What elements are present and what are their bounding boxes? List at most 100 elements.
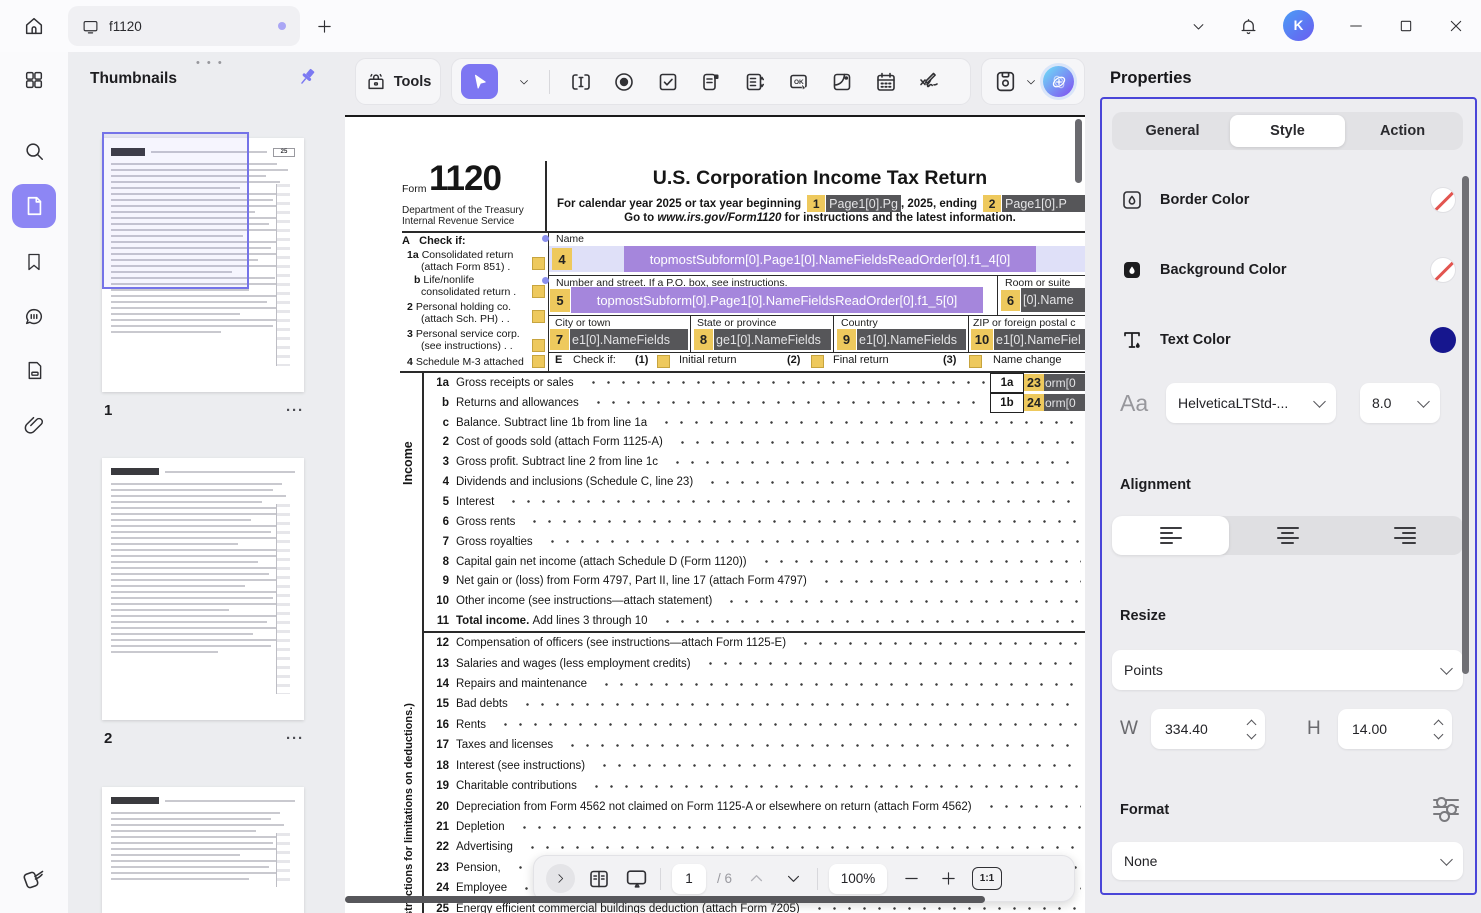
save-button[interactable] bbox=[992, 69, 1018, 95]
field-badge[interactable]: 1 bbox=[807, 195, 825, 212]
rail-item-comments[interactable] bbox=[22, 305, 46, 329]
actual-size-button[interactable]: 1:1 bbox=[972, 867, 1002, 890]
page-layout-button[interactable] bbox=[586, 866, 612, 892]
tab-action[interactable]: Action bbox=[1345, 115, 1460, 147]
zoom-out-button[interactable] bbox=[898, 866, 924, 892]
font-size-select[interactable]: 8.0 bbox=[1360, 383, 1440, 423]
checkbox-field[interactable] bbox=[532, 257, 545, 270]
nav-divider bbox=[660, 868, 661, 890]
checkbox-field[interactable] bbox=[969, 355, 982, 368]
align-left-button[interactable] bbox=[1112, 516, 1229, 555]
date-field-tool[interactable] bbox=[873, 69, 899, 95]
pdf-page[interactable]: Form 1120 Department of the Treasury Int… bbox=[345, 115, 1085, 913]
width-input[interactable]: 334.40 bbox=[1151, 709, 1265, 749]
field-badge[interactable]: 9 bbox=[837, 329, 856, 350]
signature-field-tool[interactable] bbox=[916, 69, 942, 95]
selected-form-field[interactable]: topmostSubform[0].Page1[0].NameFieldsRea… bbox=[624, 246, 1036, 272]
selected-form-field[interactable]: topmostSubform[0].Page1[0].NameFieldsRea… bbox=[571, 287, 983, 313]
collapse-nav-button[interactable] bbox=[546, 864, 575, 893]
field-badge[interactable]: 6 bbox=[1001, 290, 1020, 311]
zoom-in-button[interactable] bbox=[935, 866, 961, 892]
avatar[interactable]: K bbox=[1283, 10, 1314, 41]
rail-item-page-tools[interactable] bbox=[22, 358, 46, 382]
text-color-swatch[interactable] bbox=[1430, 327, 1456, 353]
form-field-name[interactable]: e1[0].NameFields bbox=[570, 329, 688, 350]
amount-cell[interactable]: 1a23orm[0 bbox=[990, 373, 1085, 393]
height-input[interactable]: 14.00 bbox=[1338, 709, 1452, 749]
rail-item-search[interactable] bbox=[22, 139, 46, 163]
properties-scrollbar[interactable] bbox=[1462, 176, 1469, 674]
tab-style[interactable]: Style bbox=[1230, 115, 1345, 147]
tab-general[interactable]: General bbox=[1115, 115, 1230, 147]
menu-chevron-button[interactable] bbox=[1180, 0, 1216, 52]
new-tab-button[interactable] bbox=[312, 14, 336, 38]
checkbox-field[interactable] bbox=[532, 285, 545, 298]
form-field-name[interactable]: e1[0].NameFiel bbox=[994, 329, 1085, 350]
rail-item-attachments[interactable] bbox=[22, 413, 46, 437]
maximize-button[interactable] bbox=[1388, 0, 1424, 52]
close-button[interactable] bbox=[1438, 0, 1474, 52]
field-badge[interactable]: 5 bbox=[550, 289, 570, 312]
home-button[interactable] bbox=[16, 8, 52, 44]
rail-item-apps[interactable] bbox=[22, 68, 46, 92]
checkbox-field[interactable] bbox=[811, 355, 824, 368]
horizontal-scrollbar[interactable] bbox=[345, 896, 985, 903]
image-field-tool[interactable] bbox=[829, 69, 855, 95]
rail-item-bookmarks[interactable] bbox=[22, 250, 46, 274]
thumb-more-button[interactable]: ··· bbox=[286, 730, 304, 747]
select-tool-chevron[interactable] bbox=[516, 69, 532, 95]
width-stepper[interactable] bbox=[1248, 721, 1255, 738]
amount-cell[interactable]: 1b24orm[0 bbox=[990, 393, 1085, 413]
list-box-tool[interactable] bbox=[742, 69, 768, 95]
checkbox-tool[interactable] bbox=[655, 69, 681, 95]
dropdown-field-tool[interactable] bbox=[698, 69, 724, 95]
thumb-more-button[interactable]: ··· bbox=[286, 402, 304, 419]
vertical-scrollbar[interactable] bbox=[1075, 119, 1082, 183]
panel-drag-handle[interactable]: • • • bbox=[196, 57, 224, 69]
page-thumbnail-3[interactable] bbox=[102, 787, 304, 913]
height-stepper[interactable] bbox=[1435, 721, 1442, 738]
checkbox-field[interactable] bbox=[532, 310, 545, 323]
format-options-icon[interactable] bbox=[1433, 799, 1459, 815]
push-button-tool[interactable]: OK bbox=[786, 69, 812, 95]
save-chevron[interactable] bbox=[1024, 69, 1038, 95]
notifications-button[interactable] bbox=[1230, 0, 1266, 52]
field-badge[interactable]: 2 bbox=[983, 195, 1001, 212]
format-select[interactable]: None bbox=[1112, 842, 1463, 880]
radio-button-tool[interactable] bbox=[611, 69, 637, 95]
page-thumbnail-1[interactable]: 25 bbox=[102, 138, 304, 392]
page-thumbnail-2[interactable] bbox=[102, 458, 304, 720]
form-field-name[interactable]: Page1[0].Pg bbox=[826, 195, 901, 212]
pin-icon[interactable] bbox=[296, 66, 318, 88]
field-badge[interactable]: 8 bbox=[694, 329, 713, 350]
tools-button[interactable]: Tools bbox=[355, 58, 441, 105]
text-field-tool[interactable] bbox=[568, 69, 594, 95]
annotation-mode-button[interactable] bbox=[623, 866, 649, 892]
rail-item-thumbnails[interactable] bbox=[12, 184, 56, 228]
field-badge[interactable]: 7 bbox=[550, 329, 569, 350]
checkbox-field[interactable] bbox=[657, 355, 670, 368]
align-center-button[interactable] bbox=[1229, 516, 1346, 555]
checkbox-field[interactable] bbox=[532, 339, 545, 352]
ai-assistant-button[interactable] bbox=[1043, 66, 1074, 97]
field-badge[interactable]: 10 bbox=[971, 329, 993, 350]
viewport-indicator[interactable] bbox=[102, 132, 249, 289]
align-right-button[interactable] bbox=[1346, 516, 1463, 555]
minimize-button[interactable] bbox=[1338, 0, 1374, 52]
previous-page-button[interactable] bbox=[743, 866, 769, 892]
form-field-name[interactable]: Page1[0].P bbox=[1002, 195, 1085, 212]
rail-item-signature[interactable] bbox=[22, 866, 46, 890]
form-field-name[interactable]: e1[0].NameFields bbox=[857, 329, 966, 350]
form-field-name[interactable]: [0].Name bbox=[1021, 288, 1085, 312]
next-page-button[interactable] bbox=[780, 866, 806, 892]
zoom-level[interactable]: 100% bbox=[829, 864, 887, 894]
unit-select[interactable]: Points bbox=[1112, 650, 1463, 690]
form-field-name[interactable]: ge1[0].NameFields bbox=[714, 329, 831, 350]
page-number-input[interactable]: 1 bbox=[672, 864, 706, 894]
background-color-swatch[interactable] bbox=[1430, 257, 1456, 283]
document-tab[interactable]: f1120 bbox=[68, 6, 300, 46]
field-badge[interactable]: 4 bbox=[552, 248, 572, 270]
font-family-select[interactable]: HelveticaLTStd-... bbox=[1166, 383, 1336, 423]
border-color-swatch[interactable] bbox=[1430, 187, 1456, 213]
select-tool-button[interactable] bbox=[461, 64, 498, 99]
